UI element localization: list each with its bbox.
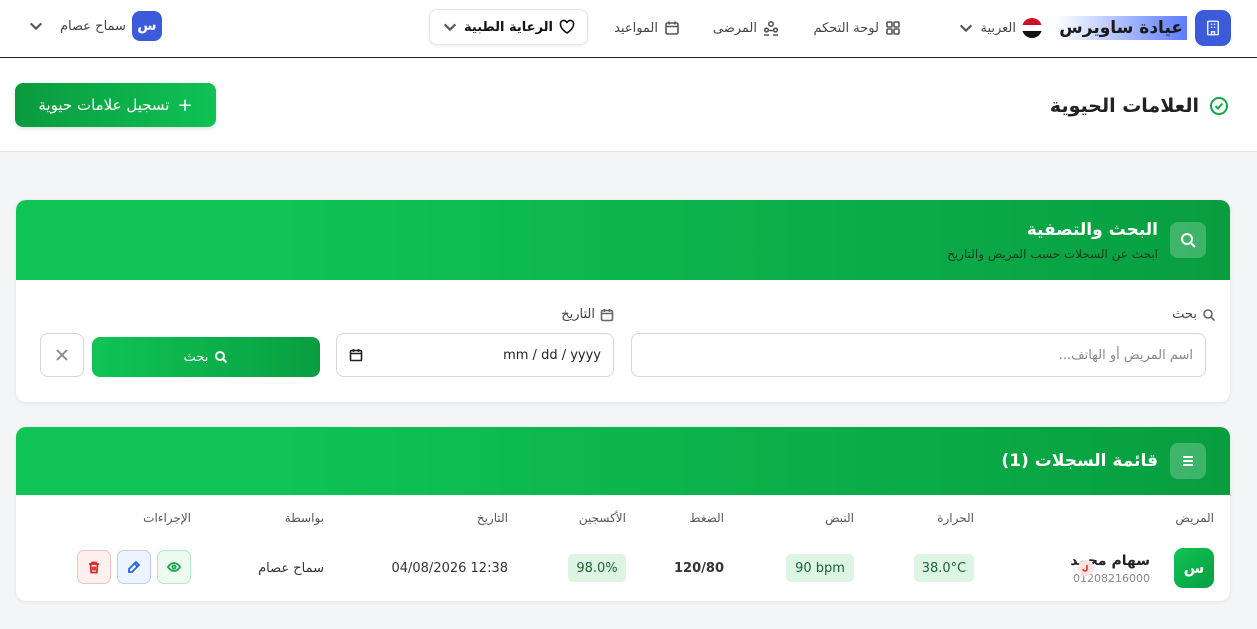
col-pressure: الضغط [689,511,724,525]
view-button[interactable] [157,550,191,584]
pressure-value: 120/80 [674,561,724,576]
pulse-badge: 90 bpm [786,554,854,582]
edit-icon [128,560,141,573]
language-selector[interactable]: العربية [958,14,1042,42]
heart-icon [559,19,575,34]
grid-icon [886,21,900,35]
search-input[interactable]: اسم المريض أو الهاتف... [631,333,1206,377]
records-card-header: قائمة السجلات (1) [16,427,1230,495]
list-icon [1170,443,1206,479]
patient-avatar: س [1174,548,1214,588]
page-title: العلامات الحيوية [1050,95,1229,117]
nav-medical-care[interactable]: الرعاية الطبية [429,9,588,45]
users-icon [763,20,779,36]
nav-patients[interactable]: المرضى [713,14,779,42]
col-temperature: الحرارة [937,511,974,525]
temperature-badge: 38.0°C [914,554,974,582]
search-icon [1203,308,1216,321]
search-placeholder: اسم المريض أو الهاتف... [1058,347,1193,363]
col-date: التاريخ [476,511,508,525]
date-input[interactable]: mm / dd / yyyy [336,333,614,377]
delete-button[interactable] [77,550,111,584]
filter-title: البحث والتصفية [1026,220,1158,240]
col-actions: الإجراءات [143,511,191,525]
user-name: سماح عصام [60,18,126,34]
calendar-icon[interactable] [349,348,363,362]
date-label-text: التاريخ [561,307,595,322]
plus-icon: + [177,94,193,116]
date-label: التاريخ [561,307,614,322]
search-label: بحث [1172,307,1216,322]
add-vitals-label: تسجيل علامات حيوية [38,96,170,114]
hospital-icon [1195,10,1231,46]
filter-card-header: البحث والتصفية ابحث عن السجلات حسب المري… [16,200,1230,280]
calendar-icon [600,308,614,321]
col-oxygen: الأكسجين [578,511,626,525]
user-menu[interactable]: سماح عصام س [28,11,162,41]
records-card: قائمة السجلات (1) المريض الحرارة النبض ا… [16,427,1230,601]
filter-card: البحث والتصفية ابحث عن السجلات حسب المري… [16,200,1230,402]
recorded-by: سماح عصام [258,561,324,576]
trash-icon [89,561,99,574]
egypt-flag-icon [1022,18,1042,38]
brand-name: عيادة ساويرس [1055,16,1187,40]
nav-appointments[interactable]: المواعيد [614,14,680,42]
search-button-label: بحث [183,349,209,365]
search-button[interactable]: بحث [92,337,320,377]
record-date: 04/08/2026 12:38 [391,561,508,576]
chevron-down-icon [960,24,973,33]
nav-patients-label: المرضى [712,20,757,36]
check-circle-icon [1210,97,1228,115]
search-icon [1170,222,1206,258]
avatar: س [131,11,162,41]
page-header: العلامات الحيوية + تسجيل علامات حيوية [0,59,1257,152]
nav-dashboard[interactable]: لوحة التحكم [813,14,901,42]
date-value: mm / dd / yyyy [503,347,601,363]
chevron-down-icon [443,23,457,32]
nav-dashboard-label: لوحة التحكم [813,20,879,36]
language-label: العربية [980,20,1016,36]
search-icon [215,351,228,364]
brand[interactable]: عيادة ساويرس [1055,10,1231,46]
search-label-text: بحث [1172,307,1197,322]
col-by: بواسطة [284,511,324,525]
page-title-text: العلامات الحيوية [1049,95,1199,117]
records-title: قائمة السجلات (1) [1001,451,1158,471]
close-icon [56,349,68,361]
chevron-down-icon [29,22,43,31]
nav-appointments-label: المواعيد [614,20,658,36]
edit-button[interactable] [117,550,151,584]
gender-icon [1078,560,1094,576]
oxygen-badge: 98.0% [568,554,626,582]
filter-subtitle: ابحث عن السجلات حسب المريض والتاريخ [947,247,1158,261]
clear-filter-button[interactable] [40,333,84,377]
top-navbar: عيادة ساويرس العربية لوحة التحكم المرضى … [0,0,1257,58]
calendar-icon [665,21,679,35]
nav-medical-care-label: الرعاية الطبية [464,19,553,35]
col-patient: المريض [1175,511,1214,525]
col-pulse: النبض [825,511,854,525]
eye-icon [167,562,181,572]
add-vitals-button[interactable]: + تسجيل علامات حيوية [15,83,216,127]
